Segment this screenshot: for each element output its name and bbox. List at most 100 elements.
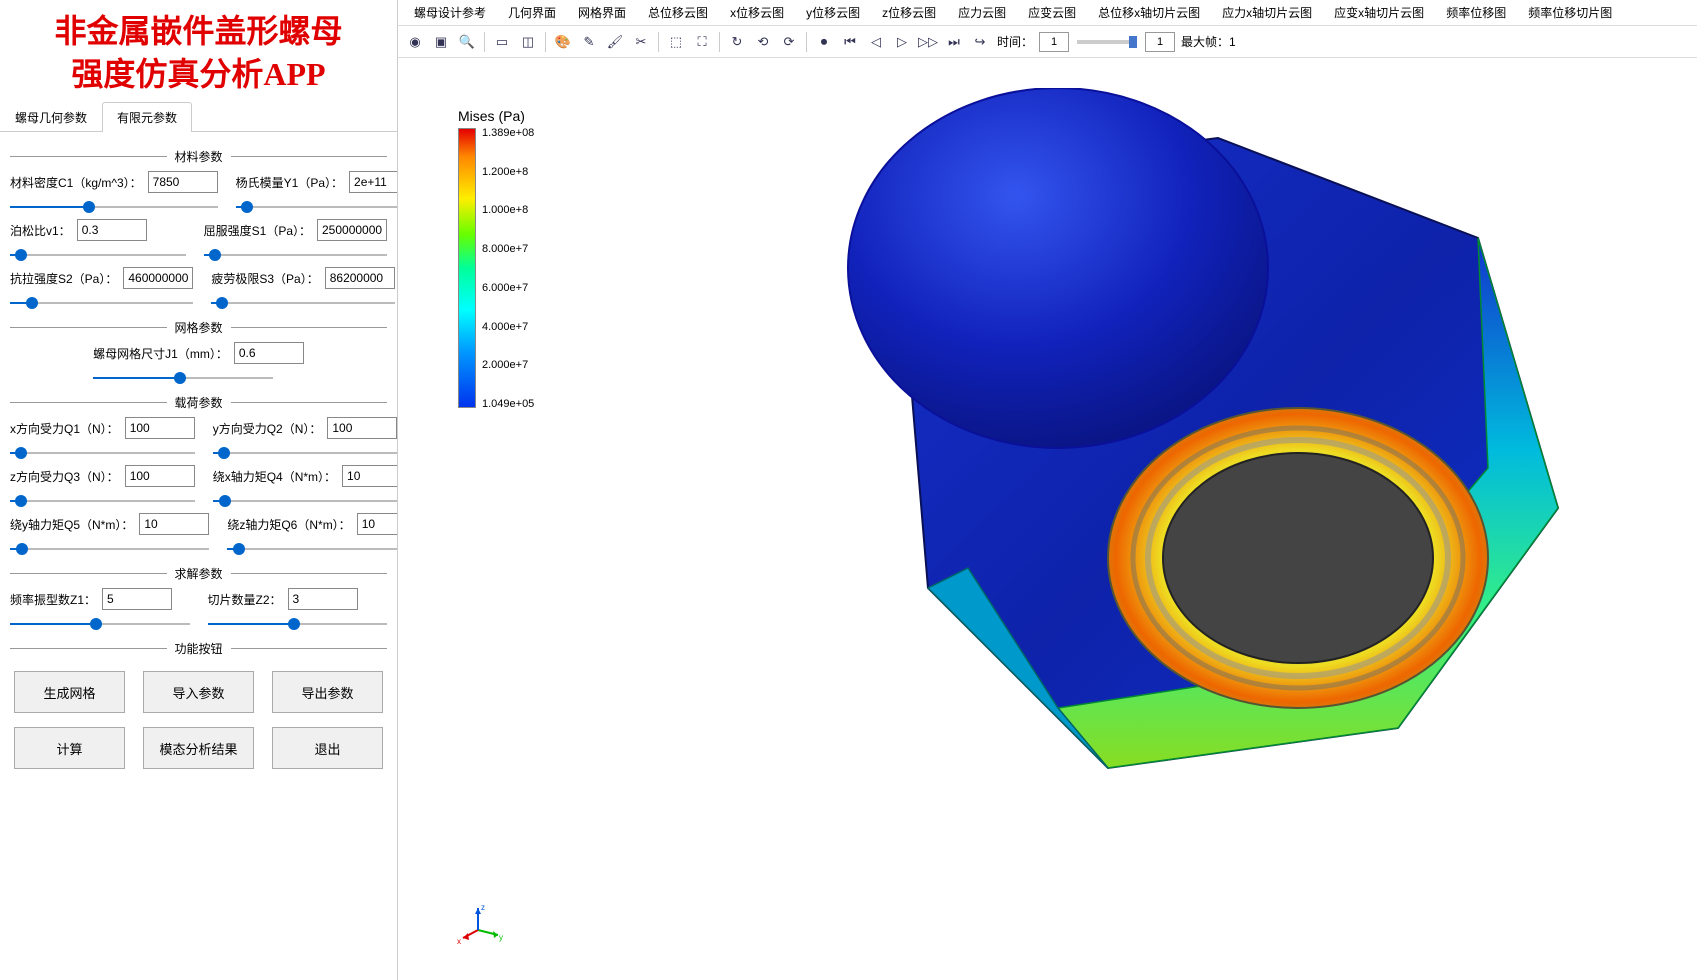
svg-text:z: z bbox=[481, 903, 485, 912]
menu-item-5[interactable]: y位移云图 bbox=[796, 1, 870, 24]
compute-button[interactable]: 计算 bbox=[14, 727, 125, 769]
menu-item-6[interactable]: z位移云图 bbox=[872, 1, 946, 24]
legend-tick: 8.000e+7 bbox=[482, 244, 534, 255]
zoom-icon[interactable]: 🔍 bbox=[456, 31, 478, 53]
first-icon[interactable]: ⏮ bbox=[839, 31, 861, 53]
label-q5: 绕y轴力矩Q5（N*m）： bbox=[10, 516, 133, 533]
max-frame-label: 最大帧：1 bbox=[1179, 33, 1238, 50]
time-input[interactable] bbox=[1039, 32, 1069, 52]
exit-button[interactable]: 退出 bbox=[272, 727, 383, 769]
brush-icon[interactable]: 🖌 bbox=[604, 31, 626, 53]
slider-q1[interactable] bbox=[10, 445, 195, 461]
rotate-icon[interactable]: ↻ bbox=[726, 31, 748, 53]
tab-fem[interactable]: 有限元参数 bbox=[102, 102, 192, 132]
slider-z1[interactable] bbox=[10, 616, 190, 632]
box-select-icon[interactable]: ⬚ bbox=[665, 31, 687, 53]
tab-geometry[interactable]: 螺母几何参数 bbox=[0, 102, 102, 132]
input-v1[interactable] bbox=[77, 219, 147, 241]
menu-item-9[interactable]: 总位移x轴切片云图 bbox=[1088, 1, 1210, 24]
group-material: 材料参数 bbox=[10, 148, 387, 165]
input-q5[interactable] bbox=[139, 513, 209, 535]
camera-icon[interactable]: ◉ bbox=[404, 31, 426, 53]
input-s3[interactable] bbox=[325, 267, 395, 289]
input-j1[interactable] bbox=[234, 342, 304, 364]
play-icon[interactable]: ▷ bbox=[891, 31, 913, 53]
legend-tick: 1.000e+8 bbox=[482, 205, 534, 216]
label-q4: 绕x轴力矩Q4（N*m）： bbox=[213, 468, 336, 485]
slider-z2[interactable] bbox=[208, 616, 388, 632]
group-load: 载荷参数 bbox=[10, 394, 387, 411]
coordinate-axes-icon: y x z bbox=[453, 900, 503, 950]
export-params-button[interactable]: 导出参数 bbox=[272, 671, 383, 713]
next-icon[interactable]: ▷▷ bbox=[917, 31, 939, 53]
slider-s2[interactable] bbox=[10, 295, 193, 311]
input-z1[interactable] bbox=[102, 588, 172, 610]
slider-c1[interactable] bbox=[10, 199, 218, 215]
slider-s3[interactable] bbox=[211, 295, 394, 311]
menu-item-13[interactable]: 频率位移切片图 bbox=[1518, 1, 1622, 24]
slider-q3[interactable] bbox=[10, 493, 195, 509]
slider-v1[interactable] bbox=[10, 247, 186, 263]
group-buttons: 功能按钮 bbox=[10, 640, 387, 657]
last-icon[interactable]: ⏭ bbox=[943, 31, 965, 53]
group-solve: 求解参数 bbox=[10, 565, 387, 582]
toolbar: ◉ ▣ 🔍 ▭ ◫ 🎨 ✎ 🖌 ✂ ⬚ ⛶ ↻ ⟲ ⟳ ⏺ ⏮ ◁ ▷ ▷▷ ⏭… bbox=[398, 26, 1697, 58]
select-icon[interactable]: ▭ bbox=[491, 31, 513, 53]
select2-icon[interactable]: ◫ bbox=[517, 31, 539, 53]
slider-s1[interactable] bbox=[204, 247, 387, 263]
import-params-button[interactable]: 导入参数 bbox=[143, 671, 254, 713]
label-q2: y方向受力Q2（N）： bbox=[213, 420, 322, 437]
fit-icon[interactable]: ⛶ bbox=[691, 31, 713, 53]
reset-icon[interactable]: ⟳ bbox=[778, 31, 800, 53]
palette-icon[interactable]: 🎨 bbox=[552, 31, 574, 53]
input-q3[interactable] bbox=[125, 465, 195, 487]
menu-item-3[interactable]: 总位移云图 bbox=[638, 1, 718, 24]
prev-icon[interactable]: ◁ bbox=[865, 31, 887, 53]
svg-text:y: y bbox=[499, 933, 503, 942]
label-z2: 切片数量Z2： bbox=[208, 591, 282, 608]
loop-icon[interactable]: ↪ bbox=[969, 31, 991, 53]
input-s1[interactable] bbox=[317, 219, 387, 241]
input-z2[interactable] bbox=[288, 588, 358, 610]
legend-tick: 1.389e+08 bbox=[482, 128, 534, 139]
viewport[interactable]: Mises (Pa) 1.389e+081.200e+81.000e+88.00… bbox=[398, 58, 1697, 980]
input-q6[interactable] bbox=[357, 513, 397, 535]
slider-q4[interactable] bbox=[213, 493, 397, 509]
refresh-icon[interactable]: ⟲ bbox=[752, 31, 774, 53]
sample-icon[interactable]: ✎ bbox=[578, 31, 600, 53]
gen-mesh-button[interactable]: 生成网格 bbox=[14, 671, 125, 713]
legend-tick: 1.049e+05 bbox=[482, 399, 534, 410]
color-legend: Mises (Pa) 1.389e+081.200e+81.000e+88.00… bbox=[458, 108, 534, 410]
legend-tick: 4.000e+7 bbox=[482, 322, 534, 333]
menu-item-2[interactable]: 网格界面 bbox=[568, 1, 636, 24]
group-mesh: 网格参数 bbox=[10, 319, 387, 336]
slider-q6[interactable] bbox=[227, 541, 397, 557]
record-icon[interactable]: ⏺ bbox=[813, 31, 835, 53]
modal-results-button[interactable]: 模态分析结果 bbox=[143, 727, 254, 769]
frame-input[interactable] bbox=[1145, 32, 1175, 52]
menu-item-8[interactable]: 应变云图 bbox=[1018, 1, 1086, 24]
slider-y1[interactable] bbox=[236, 199, 397, 215]
menubar: 螺母设计参考几何界面网格界面总位移云图x位移云图y位移云图z位移云图应力云图应变… bbox=[398, 0, 1697, 26]
svg-text:x: x bbox=[457, 937, 461, 946]
input-q1[interactable] bbox=[125, 417, 195, 439]
input-q2[interactable] bbox=[327, 417, 397, 439]
menu-item-4[interactable]: x位移云图 bbox=[720, 1, 794, 24]
slider-j1[interactable] bbox=[93, 370, 273, 386]
slider-q5[interactable] bbox=[10, 541, 209, 557]
input-s2[interactable] bbox=[123, 267, 193, 289]
menu-item-12[interactable]: 频率位移图 bbox=[1436, 1, 1516, 24]
label-j1: 螺母网格尺寸J1（mm）： bbox=[93, 345, 228, 362]
input-y1[interactable] bbox=[349, 171, 397, 193]
save-icon[interactable]: ▣ bbox=[430, 31, 452, 53]
input-q4[interactable] bbox=[342, 465, 397, 487]
menu-item-10[interactable]: 应力x轴切片云图 bbox=[1212, 1, 1322, 24]
menu-item-0[interactable]: 螺母设计参考 bbox=[404, 1, 496, 24]
input-c1[interactable] bbox=[148, 171, 218, 193]
menu-item-11[interactable]: 应变x轴切片云图 bbox=[1324, 1, 1434, 24]
menu-item-1[interactable]: 几何界面 bbox=[498, 1, 566, 24]
menu-item-7[interactable]: 应力云图 bbox=[948, 1, 1016, 24]
erase-icon[interactable]: ✂ bbox=[630, 31, 652, 53]
slider-q2[interactable] bbox=[213, 445, 397, 461]
time-slider[interactable] bbox=[1077, 40, 1137, 44]
